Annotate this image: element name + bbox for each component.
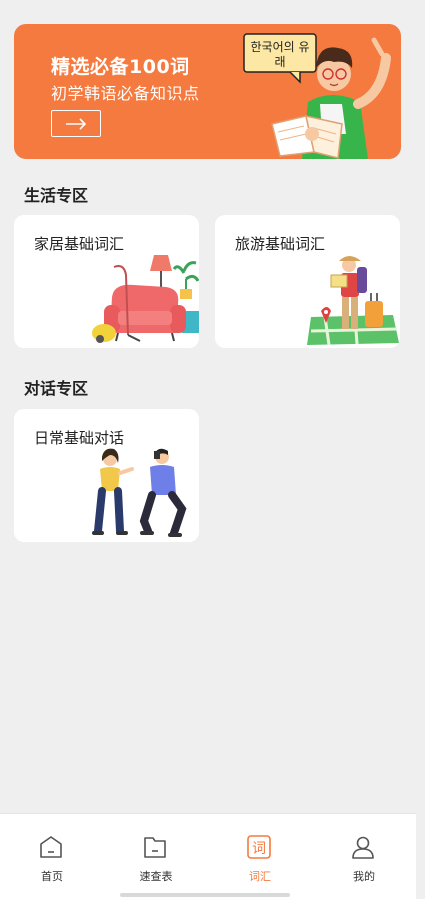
tab-profile[interactable]: 我的 xyxy=(312,814,416,899)
svg-text:词: 词 xyxy=(252,841,266,857)
tab-home[interactable]: 首页 xyxy=(0,814,104,899)
tab-quick-reference[interactable]: 速查表 xyxy=(104,814,208,899)
folder-icon xyxy=(144,837,166,858)
card-daily-dialogue[interactable]: 日常基础对话 xyxy=(14,409,199,542)
traveler-illustration xyxy=(307,256,399,346)
tab-label: 首页 xyxy=(41,870,63,883)
sofa-illustration xyxy=(92,255,199,343)
banner-title: 精选必备100词 xyxy=(51,56,190,78)
people-chatting-illustration xyxy=(92,448,187,537)
speech-bubble-text: 한국어의 유래 xyxy=(250,40,310,69)
tab-vocabulary[interactable]: 词 词汇 xyxy=(208,814,312,899)
section-title-life: 生活专区 xyxy=(24,186,89,205)
vocab-icon: 词 xyxy=(247,835,271,859)
home-icon xyxy=(40,836,62,858)
user-icon xyxy=(352,836,374,859)
tab-label: 我的 xyxy=(353,870,375,883)
tab-label: 词汇 xyxy=(249,870,271,883)
card-travel-vocab[interactable]: 旅游基础词汇 xyxy=(215,215,400,348)
arrow-right-icon xyxy=(66,118,87,130)
section-title-dialogue: 对话专区 xyxy=(24,379,89,398)
home-indicator xyxy=(120,893,290,897)
tab-label: 速查表 xyxy=(139,870,173,883)
card-home-vocab[interactable]: 家居基础词汇 xyxy=(14,215,199,348)
promo-banner[interactable]: 精选必备100词 初学韩语必备知识点 한국어의 유래 xyxy=(14,24,401,159)
banner-subtitle: 初学韩语必备知识点 xyxy=(51,84,200,103)
banner-go-button[interactable] xyxy=(51,110,101,137)
bottom-tab-bar: 首页 速查表 词 词汇 我的 xyxy=(0,813,416,899)
